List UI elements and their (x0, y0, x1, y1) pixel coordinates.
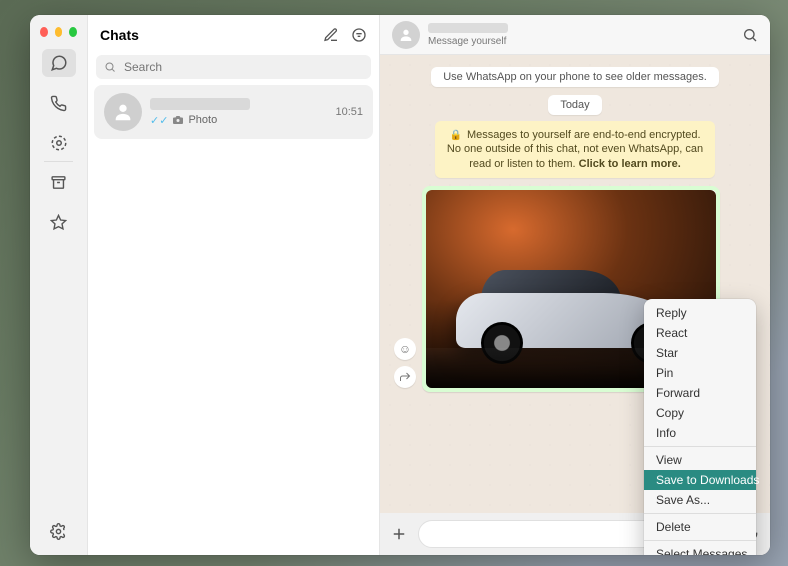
context-menu-separator (644, 513, 756, 514)
sidebar-item-archived[interactable] (42, 168, 76, 196)
context-menu-item-select-messages[interactable]: Select Messages (644, 544, 756, 555)
nav-sidebar (30, 15, 88, 555)
context-menu-separator (644, 446, 756, 447)
chat-list-item[interactable]: ✓✓ Photo 10:51 (94, 85, 373, 139)
forward-button[interactable] (394, 366, 416, 388)
sidebar-item-settings[interactable] (42, 517, 76, 545)
plus-icon (390, 525, 408, 543)
conversation-subtitle: Message yourself (428, 36, 734, 47)
message-context-menu: ReplyReactStarPinForwardCopyInfoViewSave… (644, 299, 756, 555)
context-menu-item-reply[interactable]: Reply (644, 303, 756, 323)
conversation-header: Message yourself (380, 15, 770, 55)
chat-preview: ✓✓ Photo (150, 114, 327, 127)
search-icon (104, 61, 116, 73)
context-menu-separator (644, 540, 756, 541)
sidebar-item-chats[interactable] (42, 49, 76, 77)
context-menu-item-copy[interactable]: Copy (644, 403, 756, 423)
delivered-check-icon: ✓✓ (150, 114, 168, 127)
minimize-window-button[interactable] (55, 27, 63, 37)
conversation-search-button[interactable] (742, 27, 758, 43)
context-menu-item-forward[interactable]: Forward (644, 383, 756, 403)
context-menu-item-save-to-downloads[interactable]: Save to Downloads (644, 470, 756, 490)
star-icon (50, 214, 67, 231)
chat-preview-text: Photo (188, 114, 217, 126)
sidebar-item-starred[interactable] (42, 208, 76, 236)
chat-bubble-icon (50, 54, 68, 72)
chat-name-redacted (150, 98, 250, 110)
attach-button[interactable] (390, 525, 408, 543)
context-menu-item-save-as[interactable]: Save As... (644, 490, 756, 510)
context-menu-item-react[interactable]: React (644, 323, 756, 343)
context-menu-item-view[interactable]: View (644, 450, 756, 470)
react-button[interactable]: ☺ (394, 338, 416, 360)
person-icon (112, 101, 134, 123)
conversation-pane: Message yourself Use WhatsApp on your ph… (380, 15, 770, 555)
context-menu-item-star[interactable]: Star (644, 343, 756, 363)
gear-icon (50, 523, 67, 540)
filter-circle-icon (351, 27, 367, 43)
encryption-cta: Click to learn more. (579, 158, 681, 170)
chat-search-input[interactable] (122, 59, 363, 75)
phone-icon (50, 95, 67, 112)
new-chat-button[interactable] (323, 27, 339, 43)
context-menu-item-info[interactable]: Info (644, 423, 756, 443)
sidebar-item-calls[interactable] (42, 89, 76, 117)
window-controls (30, 21, 87, 47)
chats-title: Chats (100, 27, 139, 43)
app-window: Chats ✓✓ (30, 15, 770, 555)
forward-arrow-icon (399, 371, 411, 383)
older-messages-banner[interactable]: Use WhatsApp on your phone to see older … (431, 67, 719, 87)
context-menu-item-pin[interactable]: Pin (644, 363, 756, 383)
chat-time: 10:51 (335, 106, 363, 118)
sidebar-item-status[interactable] (42, 129, 76, 157)
search-icon (742, 27, 758, 43)
lock-icon: 🔒 (449, 130, 461, 141)
context-menu-item-delete[interactable]: Delete (644, 517, 756, 537)
avatar[interactable] (392, 21, 420, 49)
date-pill: Today (548, 95, 601, 115)
fullscreen-window-button[interactable] (69, 27, 77, 37)
camera-icon (172, 114, 184, 126)
chat-search[interactable] (96, 55, 371, 79)
avatar (104, 93, 142, 131)
chats-panel: Chats ✓✓ (88, 15, 380, 555)
filter-button[interactable] (351, 27, 367, 43)
person-icon (398, 27, 414, 43)
close-window-button[interactable] (40, 27, 48, 37)
compose-icon (323, 27, 339, 43)
status-ring-icon (50, 134, 68, 152)
encryption-banner[interactable]: 🔒 Messages to yourself are end-to-end en… (435, 121, 715, 178)
conversation-name-redacted (428, 23, 508, 33)
archive-box-icon (50, 174, 67, 191)
smiley-icon: ☺ (399, 342, 411, 356)
